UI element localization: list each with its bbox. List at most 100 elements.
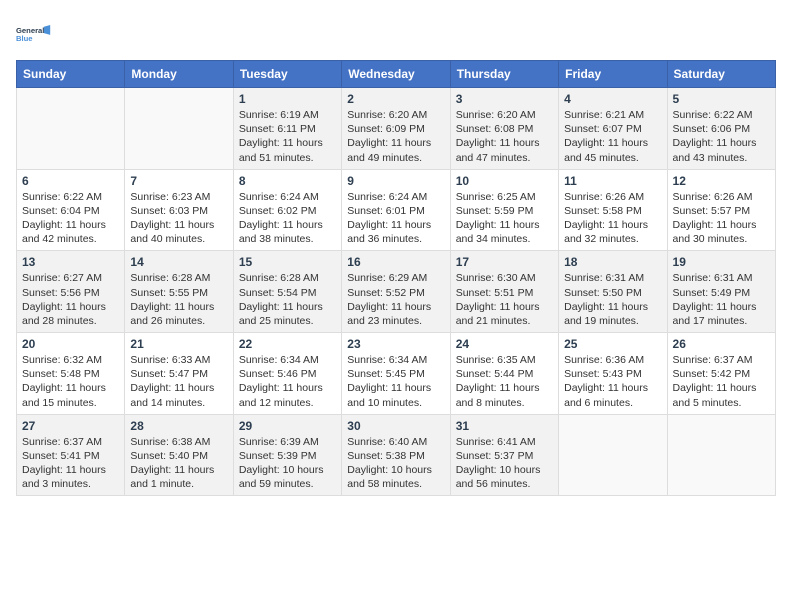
day-info: Sunrise: 6:22 AM Sunset: 6:06 PM Dayligh… bbox=[673, 108, 770, 165]
weekday-header-saturday: Saturday bbox=[667, 61, 775, 88]
logo: GeneralBlue bbox=[16, 16, 52, 52]
day-cell: 13 Sunrise: 6:27 AM Sunset: 5:56 PM Dayli… bbox=[17, 251, 125, 333]
day-cell: 27 Sunrise: 6:37 AM Sunset: 5:41 PM Dayli… bbox=[17, 414, 125, 496]
day-cell: 14 Sunrise: 6:28 AM Sunset: 5:55 PM Dayli… bbox=[125, 251, 233, 333]
day-number: 18 bbox=[564, 255, 661, 269]
day-cell: 4 Sunrise: 6:21 AM Sunset: 6:07 PM Daylig… bbox=[559, 88, 667, 170]
day-number: 6 bbox=[22, 174, 119, 188]
day-cell: 2Sunrise: 6:20 AM Sunset: 6:09 PM Daylig… bbox=[342, 88, 450, 170]
day-info: Sunrise: 6:31 AM Sunset: 5:49 PM Dayligh… bbox=[673, 271, 770, 328]
day-info: Sunrise: 6:21 AM Sunset: 6:07 PM Dayligh… bbox=[564, 108, 661, 165]
day-info: Sunrise: 6:40 AM Sunset: 5:38 PM Dayligh… bbox=[347, 435, 444, 492]
day-info: Sunrise: 6:22 AM Sunset: 6:04 PM Dayligh… bbox=[22, 190, 119, 247]
day-number: 28 bbox=[130, 419, 227, 433]
day-info: Sunrise: 6:19 AM Sunset: 6:11 PM Dayligh… bbox=[239, 108, 336, 165]
day-cell: 10 Sunrise: 6:25 AM Sunset: 5:59 PM Dayli… bbox=[450, 169, 558, 251]
weekday-header-monday: Monday bbox=[125, 61, 233, 88]
day-number: 30 bbox=[347, 419, 444, 433]
day-cell: 18Sunrise: 6:31 AM Sunset: 5:50 PM Dayli… bbox=[559, 251, 667, 333]
week-row-2: 6 Sunrise: 6:22 AM Sunset: 6:04 PM Daylig… bbox=[17, 169, 776, 251]
day-cell: 19 Sunrise: 6:31 AM Sunset: 5:49 PM Dayli… bbox=[667, 251, 775, 333]
day-info: Sunrise: 6:24 AM Sunset: 6:02 PM Dayligh… bbox=[239, 190, 336, 247]
weekday-header-tuesday: Tuesday bbox=[233, 61, 341, 88]
day-cell: 11 Sunrise: 6:26 AM Sunset: 5:58 PM Dayli… bbox=[559, 169, 667, 251]
day-info: Sunrise: 6:37 AM Sunset: 5:41 PM Dayligh… bbox=[22, 435, 119, 492]
day-cell: 17Sunrise: 6:30 AM Sunset: 5:51 PM Dayli… bbox=[450, 251, 558, 333]
day-number: 1 bbox=[239, 92, 336, 106]
day-cell: 30 Sunrise: 6:40 AM Sunset: 5:38 PM Dayli… bbox=[342, 414, 450, 496]
day-number: 17 bbox=[456, 255, 553, 269]
logo-icon: GeneralBlue bbox=[16, 16, 52, 52]
day-info: Sunrise: 6:35 AM Sunset: 5:44 PM Dayligh… bbox=[456, 353, 553, 410]
day-number: 27 bbox=[22, 419, 119, 433]
day-info: Sunrise: 6:37 AM Sunset: 5:42 PM Dayligh… bbox=[673, 353, 770, 410]
calendar-table: SundayMondayTuesdayWednesdayThursdayFrid… bbox=[16, 60, 776, 496]
day-info: Sunrise: 6:33 AM Sunset: 5:47 PM Dayligh… bbox=[130, 353, 227, 410]
day-info: Sunrise: 6:34 AM Sunset: 5:46 PM Dayligh… bbox=[239, 353, 336, 410]
day-cell: 22Sunrise: 6:34 AM Sunset: 5:46 PM Dayli… bbox=[233, 333, 341, 415]
day-number: 24 bbox=[456, 337, 553, 351]
day-cell: 26 Sunrise: 6:37 AM Sunset: 5:42 PM Dayli… bbox=[667, 333, 775, 415]
day-cell bbox=[17, 88, 125, 170]
day-number: 13 bbox=[22, 255, 119, 269]
day-number: 19 bbox=[673, 255, 770, 269]
weekday-header-row: SundayMondayTuesdayWednesdayThursdayFrid… bbox=[17, 61, 776, 88]
day-info: Sunrise: 6:38 AM Sunset: 5:40 PM Dayligh… bbox=[130, 435, 227, 492]
day-info: Sunrise: 6:39 AM Sunset: 5:39 PM Dayligh… bbox=[239, 435, 336, 492]
day-cell: 28 Sunrise: 6:38 AM Sunset: 5:40 PM Dayli… bbox=[125, 414, 233, 496]
day-info: Sunrise: 6:32 AM Sunset: 5:48 PM Dayligh… bbox=[22, 353, 119, 410]
day-number: 15 bbox=[239, 255, 336, 269]
day-number: 5 bbox=[673, 92, 770, 106]
day-number: 20 bbox=[22, 337, 119, 351]
day-info: Sunrise: 6:20 AM Sunset: 6:09 PM Dayligh… bbox=[347, 108, 444, 165]
day-number: 26 bbox=[673, 337, 770, 351]
day-cell bbox=[667, 414, 775, 496]
week-row-1: 1 Sunrise: 6:19 AM Sunset: 6:11 PM Daylig… bbox=[17, 88, 776, 170]
day-cell: 15 Sunrise: 6:28 AM Sunset: 5:54 PM Dayli… bbox=[233, 251, 341, 333]
day-cell: 6 Sunrise: 6:22 AM Sunset: 6:04 PM Daylig… bbox=[17, 169, 125, 251]
svg-text:General: General bbox=[16, 26, 44, 35]
day-cell: 16Sunrise: 6:29 AM Sunset: 5:52 PM Dayli… bbox=[342, 251, 450, 333]
day-number: 3 bbox=[456, 92, 553, 106]
day-number: 14 bbox=[130, 255, 227, 269]
day-number: 31 bbox=[456, 419, 553, 433]
day-number: 10 bbox=[456, 174, 553, 188]
day-cell: 12Sunrise: 6:26 AM Sunset: 5:57 PM Dayli… bbox=[667, 169, 775, 251]
day-cell: 5 Sunrise: 6:22 AM Sunset: 6:06 PM Daylig… bbox=[667, 88, 775, 170]
weekday-header-wednesday: Wednesday bbox=[342, 61, 450, 88]
day-cell: 29 Sunrise: 6:39 AM Sunset: 5:39 PM Dayli… bbox=[233, 414, 341, 496]
week-row-3: 13 Sunrise: 6:27 AM Sunset: 5:56 PM Dayli… bbox=[17, 251, 776, 333]
day-cell bbox=[125, 88, 233, 170]
day-cell: 9 Sunrise: 6:24 AM Sunset: 6:01 PM Daylig… bbox=[342, 169, 450, 251]
day-info: Sunrise: 6:23 AM Sunset: 6:03 PM Dayligh… bbox=[130, 190, 227, 247]
day-info: Sunrise: 6:28 AM Sunset: 5:55 PM Dayligh… bbox=[130, 271, 227, 328]
day-number: 23 bbox=[347, 337, 444, 351]
day-number: 29 bbox=[239, 419, 336, 433]
day-cell: 7Sunrise: 6:23 AM Sunset: 6:03 PM Daylig… bbox=[125, 169, 233, 251]
day-number: 12 bbox=[673, 174, 770, 188]
day-number: 21 bbox=[130, 337, 227, 351]
day-info: Sunrise: 6:25 AM Sunset: 5:59 PM Dayligh… bbox=[456, 190, 553, 247]
week-row-4: 20 Sunrise: 6:32 AM Sunset: 5:48 PM Dayli… bbox=[17, 333, 776, 415]
day-info: Sunrise: 6:26 AM Sunset: 5:58 PM Dayligh… bbox=[564, 190, 661, 247]
day-cell bbox=[559, 414, 667, 496]
weekday-header-friday: Friday bbox=[559, 61, 667, 88]
day-number: 9 bbox=[347, 174, 444, 188]
day-cell: 20 Sunrise: 6:32 AM Sunset: 5:48 PM Dayli… bbox=[17, 333, 125, 415]
day-info: Sunrise: 6:36 AM Sunset: 5:43 PM Dayligh… bbox=[564, 353, 661, 410]
weekday-header-sunday: Sunday bbox=[17, 61, 125, 88]
day-number: 4 bbox=[564, 92, 661, 106]
week-row-5: 27 Sunrise: 6:37 AM Sunset: 5:41 PM Dayli… bbox=[17, 414, 776, 496]
day-number: 11 bbox=[564, 174, 661, 188]
day-cell: 23 Sunrise: 6:34 AM Sunset: 5:45 PM Dayli… bbox=[342, 333, 450, 415]
day-info: Sunrise: 6:27 AM Sunset: 5:56 PM Dayligh… bbox=[22, 271, 119, 328]
day-number: 8 bbox=[239, 174, 336, 188]
page-header: GeneralBlue bbox=[16, 16, 776, 52]
day-info: Sunrise: 6:34 AM Sunset: 5:45 PM Dayligh… bbox=[347, 353, 444, 410]
day-info: Sunrise: 6:41 AM Sunset: 5:37 PM Dayligh… bbox=[456, 435, 553, 492]
day-cell: 21 Sunrise: 6:33 AM Sunset: 5:47 PM Dayli… bbox=[125, 333, 233, 415]
day-cell: 8 Sunrise: 6:24 AM Sunset: 6:02 PM Daylig… bbox=[233, 169, 341, 251]
day-info: Sunrise: 6:28 AM Sunset: 5:54 PM Dayligh… bbox=[239, 271, 336, 328]
day-info: Sunrise: 6:24 AM Sunset: 6:01 PM Dayligh… bbox=[347, 190, 444, 247]
day-cell: 24 Sunrise: 6:35 AM Sunset: 5:44 PM Dayli… bbox=[450, 333, 558, 415]
